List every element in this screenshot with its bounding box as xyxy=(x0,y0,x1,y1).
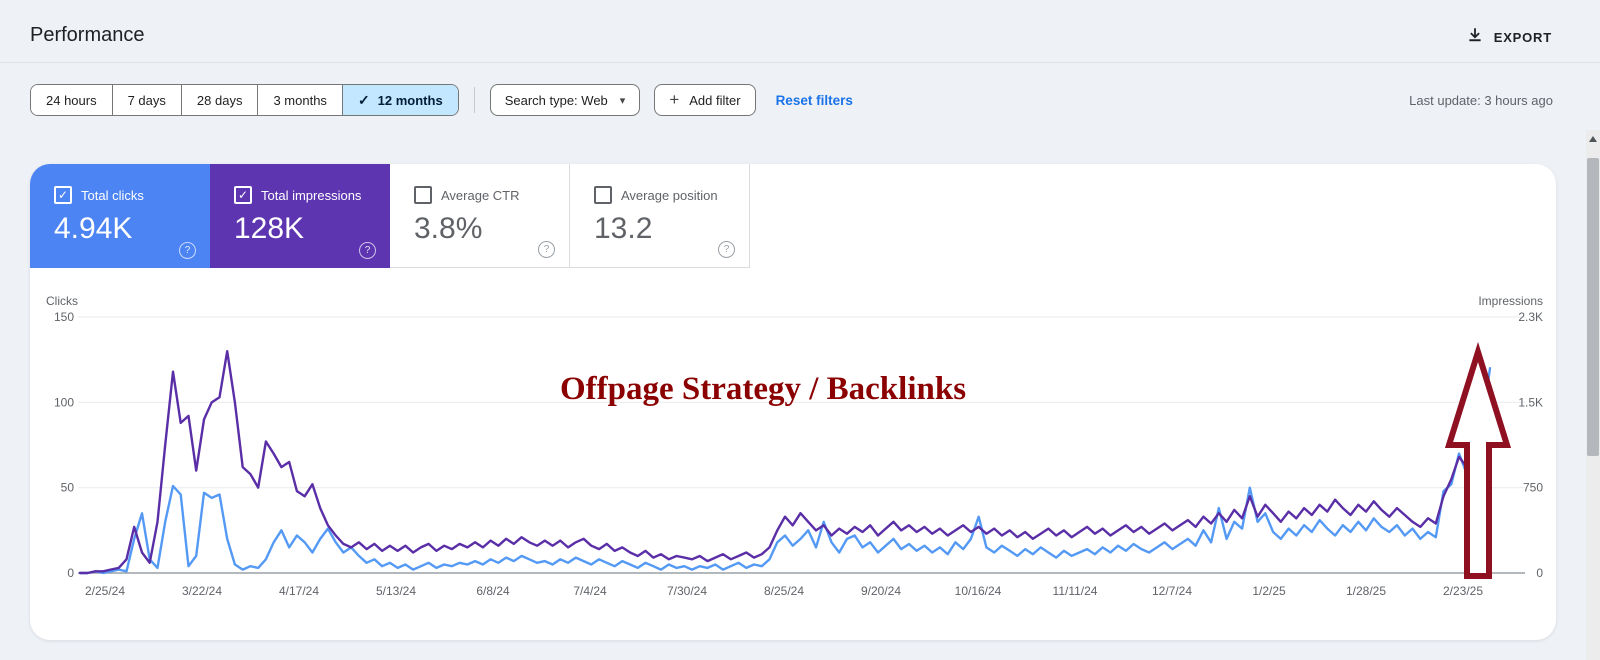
performance-chart[interactable]: Clicks 150 100 50 0 Impressions 2.3K 1.5K 750 0 2/… xyxy=(30,285,1556,625)
time-range-label: 12 months xyxy=(377,92,443,108)
export-button[interactable]: EXPORT xyxy=(1466,26,1552,49)
help-icon[interactable]: ? xyxy=(718,241,735,258)
header-divider xyxy=(0,62,1600,63)
chart-svg: Clicks 150 100 50 0 Impressions 2.3K 1.5K 750 0 2/… xyxy=(46,294,1543,598)
metric-label: Average CTR xyxy=(441,187,520,203)
search-type-label: Search type: Web xyxy=(504,92,608,108)
x-axis-label: 7/4/24 xyxy=(573,584,607,598)
metric-value: 4.94K xyxy=(54,212,133,245)
download-icon xyxy=(1466,26,1484,49)
help-icon[interactable]: ? xyxy=(359,242,376,259)
metric-label: Total impressions xyxy=(261,187,362,203)
metric-label-row: Average CTR xyxy=(414,186,520,204)
metric-value: 128K xyxy=(234,212,305,245)
filter-separator xyxy=(473,87,475,113)
metric-value: 13.2 xyxy=(594,212,653,245)
metric-tile-average-ctr[interactable]: Average CTR 3.8%? xyxy=(390,164,570,268)
metric-label-row: Average position xyxy=(594,186,718,204)
x-axis-label: 3/22/24 xyxy=(182,584,222,598)
check-icon: ✓ xyxy=(357,91,370,108)
x-axis-label: 9/20/24 xyxy=(861,584,901,598)
x-axis-label: 12/7/24 xyxy=(1152,584,1192,598)
search-type-dropdown[interactable]: Search type: Web ▾ xyxy=(489,84,641,116)
chevron-down-icon: ▾ xyxy=(619,94,626,107)
time-range-chip-12-months[interactable]: ✓ 12 months xyxy=(341,85,458,115)
time-range-label: 3 months xyxy=(273,92,327,108)
time-range-label: 24 hours xyxy=(46,92,97,108)
checkbox-icon[interactable]: ✓ xyxy=(54,186,72,204)
performance-card: ✓ Total clicks 4.94K? ✓ Total impressions 128… xyxy=(30,164,1556,640)
page-title: Performance xyxy=(30,24,145,46)
left-axis-tick: 100 xyxy=(54,395,74,409)
metric-tile-total-clicks[interactable]: ✓ Total clicks 4.94K? xyxy=(30,164,210,268)
scrollbar-up-arrow-icon[interactable] xyxy=(1589,136,1597,142)
scrollbar-thumb[interactable] xyxy=(1587,158,1599,456)
scrollbar[interactable] xyxy=(1586,130,1600,660)
add-filter-label: Add filter xyxy=(689,92,741,108)
checkbox-icon[interactable]: ✓ xyxy=(234,186,252,204)
x-axis-label: 5/13/24 xyxy=(376,584,416,598)
metric-label-row: ✓ Total clicks xyxy=(54,186,144,204)
plus-icon: + xyxy=(669,90,680,109)
metric-label: Total clicks xyxy=(81,187,144,203)
right-axis-tick: 2.3K xyxy=(1518,310,1543,324)
x-axis-label: 7/30/24 xyxy=(667,584,707,598)
help-icon[interactable]: ? xyxy=(538,241,555,258)
annotation-text: Offpage Strategy / Backlinks xyxy=(560,371,966,407)
metric-value: 3.8% xyxy=(414,212,483,245)
checkbox-icon[interactable] xyxy=(594,186,612,204)
metric-tile-total-impressions[interactable]: ✓ Total impressions 128K? xyxy=(210,164,390,268)
add-filter-button[interactable]: + Add filter xyxy=(654,84,756,116)
help-icon[interactable]: ? xyxy=(179,242,196,259)
left-axis-tick: 0 xyxy=(67,566,74,580)
right-axis-tick: 750 xyxy=(1523,481,1543,495)
x-axis-label: 2/23/25 xyxy=(1443,584,1483,598)
time-range-chip-3-months[interactable]: 3 months xyxy=(257,85,342,115)
x-axis-label: 1/28/25 xyxy=(1346,584,1386,598)
metric-tiles: ✓ Total clicks 4.94K? ✓ Total impressions 128… xyxy=(30,164,750,268)
left-axis-tick: 50 xyxy=(61,481,75,495)
checkbox-icon[interactable] xyxy=(414,186,432,204)
reset-filters-link[interactable]: Reset filters xyxy=(776,93,853,108)
right-axis-title: Impressions xyxy=(1478,294,1543,308)
time-range-label: 28 days xyxy=(196,92,243,108)
x-axis-label: 11/11/24 xyxy=(1053,584,1098,598)
x-axis-label: 1/2/25 xyxy=(1252,584,1286,598)
left-axis-title: Clicks xyxy=(46,294,78,308)
metric-label-row: ✓ Total impressions xyxy=(234,186,361,204)
last-update-text: Last update: 3 hours ago xyxy=(1409,92,1553,108)
export-label: EXPORT xyxy=(1493,30,1552,45)
time-range-chip-24-hours[interactable]: 24 hours xyxy=(31,85,112,115)
x-axis-label: 2/25/24 xyxy=(85,584,125,598)
x-axis-label: 4/17/24 xyxy=(279,584,319,598)
x-axis-label: 8/25/24 xyxy=(764,584,804,598)
x-axis-label: 6/8/24 xyxy=(476,584,510,598)
time-range-chip-28-days[interactable]: 28 days xyxy=(180,85,258,115)
metric-label: Average position xyxy=(621,187,718,203)
x-axis-label: 10/16/24 xyxy=(955,584,1002,598)
date-range-group: 24 hours 7 days 28 days 3 months ✓ 12 months xyxy=(30,84,459,116)
right-axis-tick: 1.5K xyxy=(1518,395,1543,409)
left-axis-tick: 150 xyxy=(54,310,74,324)
metric-tile-average-position[interactable]: Average position 13.2? xyxy=(570,164,750,268)
right-axis-tick: 0 xyxy=(1536,566,1543,580)
time-range-label: 7 days xyxy=(127,92,166,108)
filter-bar: 24 hours 7 days 28 days 3 months ✓ 12 months … xyxy=(30,84,1553,116)
time-range-chip-7-days[interactable]: 7 days xyxy=(111,85,181,115)
